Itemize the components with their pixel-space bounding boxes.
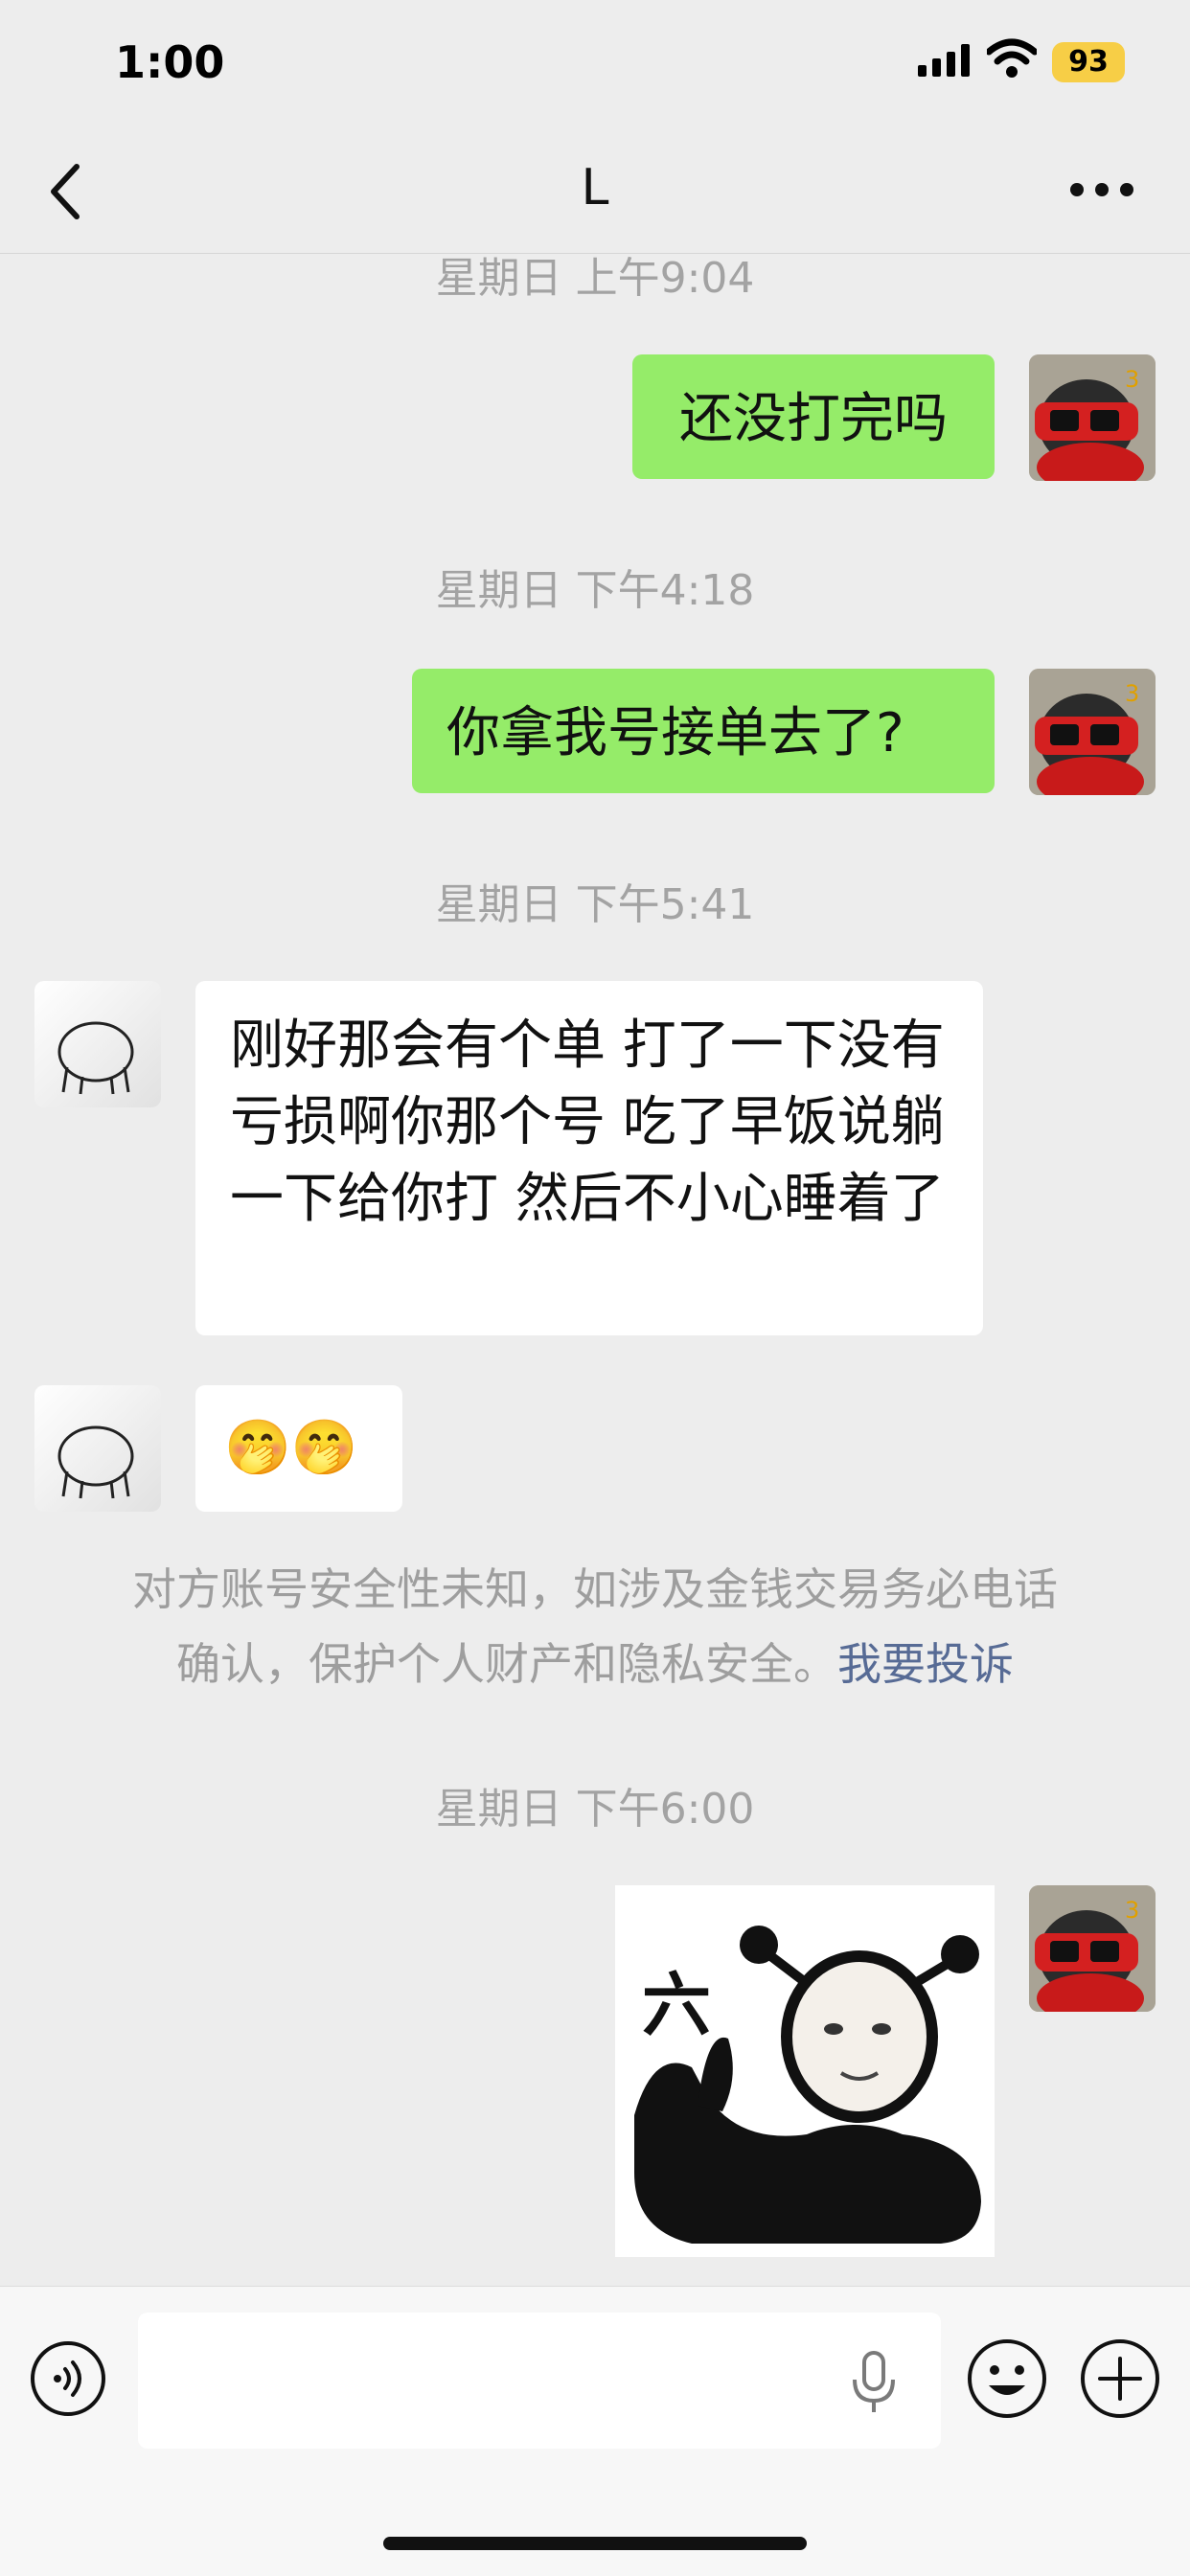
wifi-icon xyxy=(987,38,1037,78)
home-indicator xyxy=(383,2537,807,2550)
message-bubble-incoming[interactable]: 🤭🤭 xyxy=(195,1385,402,1512)
avatar-me[interactable]: 3 xyxy=(1029,669,1156,795)
message-bubble-outgoing[interactable]: 你拿我号接单去了? xyxy=(412,669,995,793)
svg-text:3: 3 xyxy=(1125,680,1139,707)
emoji-icon[interactable] xyxy=(966,2337,1048,2420)
sticker-message[interactable]: 六 xyxy=(615,1885,995,2257)
voice-icon[interactable] xyxy=(29,2339,107,2418)
notice-line1: 对方账号安全性未知，如涉及金钱交易务必电话 xyxy=(132,1563,1058,1615)
chat-title: L xyxy=(581,159,609,217)
timestamp: 星期日 下午4:18 xyxy=(435,566,755,615)
svg-text:3: 3 xyxy=(1125,1897,1139,1924)
timestamp: 星期日 上午9:04 xyxy=(435,254,755,303)
complaint-link[interactable]: 我要投诉 xyxy=(837,1638,1014,1690)
svg-text:3: 3 xyxy=(1125,366,1139,393)
mic-icon[interactable] xyxy=(847,2349,901,2414)
timestamp: 星期日 下午6:00 xyxy=(435,1785,755,1834)
notice-line2: 确认，保护个人财产和隐私安全。 xyxy=(176,1638,837,1690)
avatar-contact[interactable] xyxy=(34,981,161,1107)
avatar-contact[interactable] xyxy=(34,1385,161,1512)
more-icon[interactable] xyxy=(1064,169,1140,211)
status-time: 1:00 xyxy=(115,36,225,88)
security-notice: 对方账号安全性未知，如涉及金钱交易务必电话 确认，保护个人财产和隐私安全。我要投… xyxy=(77,1552,1113,1701)
plus-icon[interactable] xyxy=(1079,2337,1161,2420)
signal-icon xyxy=(918,44,970,77)
avatar-me[interactable]: 3 xyxy=(1029,354,1156,481)
message-bubble-outgoing[interactable]: 还没打完吗 xyxy=(632,354,995,479)
timestamp: 星期日 下午5:41 xyxy=(435,880,755,929)
sticker-text: 六 xyxy=(642,1965,711,2045)
message-bubble-incoming[interactable]: 刚好那会有个单 打了一下没有亏损啊你那个号 吃了早饭说躺一下给你打 然后不小心睡… xyxy=(195,981,983,1335)
avatar-me[interactable]: 3 xyxy=(1029,1885,1156,2012)
battery-indicator: 93 xyxy=(1052,42,1125,82)
message-input[interactable] xyxy=(138,2313,941,2449)
